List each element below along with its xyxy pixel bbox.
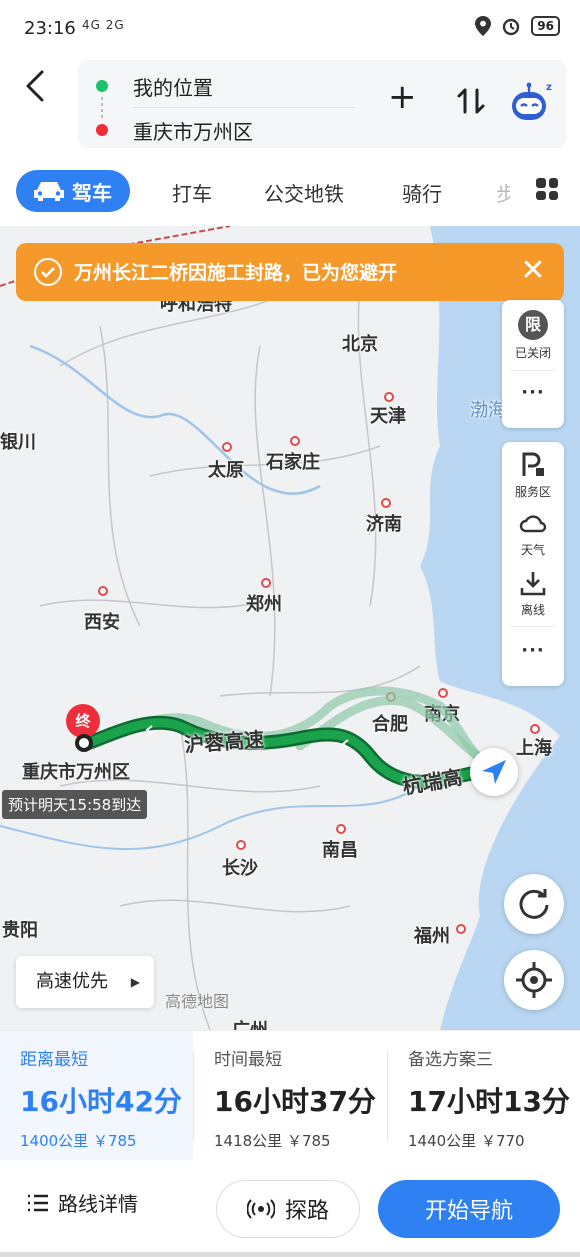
locate-me-button[interactable] <box>504 950 564 1010</box>
panel-divider <box>510 626 556 627</box>
notice-text: 万州长江二桥因施工封路，已为您避开 <box>74 262 398 284</box>
map-watermark: 高德地图 <box>165 992 230 1011</box>
status-time: 23:16 <box>24 18 76 39</box>
offline-button[interactable]: 离线 <box>502 568 564 618</box>
swap-route-icon[interactable] <box>456 86 486 116</box>
alarm-icon <box>503 18 520 36</box>
broadcast-icon <box>246 1199 275 1219</box>
download-icon <box>520 572 546 596</box>
destination-map-label: 重庆市万州区 <box>22 762 130 783</box>
crosshair-icon <box>516 962 552 998</box>
map-tools-panel: 服务区 天气 离线 ··· <box>502 442 564 686</box>
route-option-info: 1400公里 ￥785 <box>20 1132 137 1150</box>
battery-level: 96 <box>531 16 560 36</box>
status-right: 96 <box>475 16 560 36</box>
route-options: 距离最短 16小时42分 1400公里 ￥785 时间最短 16小时37分 14… <box>0 1030 580 1161</box>
start-dot-icon <box>96 80 108 92</box>
road-label-hurong: 沪蓉高速 <box>183 727 265 757</box>
traffic-restriction-toggle[interactable]: 限 已关闭 <box>502 310 564 361</box>
tab-bike[interactable]: 骑行 <box>402 174 442 214</box>
route-header: 我的位置 重庆市万州区 + z <box>0 56 580 164</box>
check-icon <box>34 258 62 286</box>
add-waypoint-icon[interactable]: + <box>388 80 417 114</box>
refresh-route-button[interactable] <box>504 874 564 934</box>
network-indicator: 4G 2G <box>82 18 125 32</box>
start-location-field[interactable]: 我的位置 <box>133 72 213 101</box>
weather-button[interactable]: 天气 <box>502 508 564 558</box>
route-option-info: 1418公里 ￥785 <box>214 1132 331 1150</box>
service-area-button[interactable]: 服务区 <box>502 450 564 500</box>
service-area-icon <box>522 452 544 476</box>
panel-divider <box>510 370 556 371</box>
route-details-label: 路线详情 <box>58 1192 138 1216</box>
home-indicator <box>0 1252 580 1257</box>
assistant-robot-icon[interactable]: z <box>506 78 554 126</box>
list-icon <box>28 1194 48 1211</box>
destination-badge: 终 <box>66 704 100 738</box>
field-divider <box>133 107 355 108</box>
tab-taxi[interactable]: 打车 <box>172 174 212 214</box>
destination-field[interactable]: 重庆市万州区 <box>133 116 253 145</box>
road-closure-notice: 万州长江二桥因施工封路，已为您避开 ✕ <box>16 243 564 301</box>
end-dot-icon <box>96 124 108 136</box>
destination-marker-icon[interactable] <box>75 734 93 752</box>
refresh-icon <box>519 889 549 919</box>
route-option-3[interactable]: 备选方案三 17小时13分 1440公里 ￥770 <box>388 1031 580 1161</box>
route-option-time: 16小时37分 <box>214 1085 376 1118</box>
start-navigation-button[interactable]: 开始导航 <box>378 1180 560 1238</box>
map-view[interactable]: 呼和浩特 北京 天津 渤海 银川 太原 石家庄 济南 郑州 西安 合肥 南京 上… <box>0 226 580 1030</box>
triangle-right-icon: ▶ <box>130 975 140 989</box>
bottom-action-bar: 路线详情 探路 开始导航 <box>0 1160 580 1257</box>
route-option-time: 16小时42分 <box>20 1085 182 1118</box>
highway-preference-button[interactable]: 高速优先 ▶ <box>16 956 154 1008</box>
more-options-2[interactable]: ··· <box>502 640 564 661</box>
tab-transit[interactable]: 公交地铁 <box>264 174 344 214</box>
close-notice-icon[interactable]: ✕ <box>518 252 548 290</box>
route-connector <box>101 97 103 119</box>
route-details-button[interactable]: 路线详情 <box>26 1188 138 1217</box>
restriction-label: 已关闭 <box>514 346 551 360</box>
route-option-time: 17小时13分 <box>408 1085 570 1118</box>
route-option-2[interactable]: 时间最短 16小时37分 1418公里 ￥785 <box>194 1031 387 1161</box>
highway-preference-label: 高速优先 <box>36 971 108 992</box>
tab-walk[interactable]: 步 <box>496 174 510 214</box>
weather-label: 天气 <box>520 543 545 557</box>
location-icon <box>475 16 492 36</box>
route-input-card: 我的位置 重庆市万州区 + z <box>78 60 566 148</box>
tab-drive[interactable]: 驾车 <box>16 170 130 212</box>
service-area-label: 服务区 <box>514 485 551 499</box>
route-overlay <box>79 686 497 789</box>
route-option-title: 距离最短 <box>20 1050 88 1070</box>
route-option-1[interactable]: 距离最短 16小时42分 1400公里 ￥785 <box>0 1031 193 1161</box>
eta-label: 预计明天15:58到达 <box>2 790 148 819</box>
my-location-marker <box>470 748 518 796</box>
route-option-info: 1440公里 ￥770 <box>408 1132 525 1150</box>
probe-label: 探路 <box>284 1199 329 1224</box>
tab-drive-label: 驾车 <box>72 180 112 205</box>
back-icon[interactable] <box>20 66 52 106</box>
route-option-title: 备选方案三 <box>408 1050 493 1070</box>
travel-mode-tabs: 驾车 打车 公交地铁 骑行 步 <box>0 164 580 224</box>
more-options-1[interactable]: ··· <box>502 382 564 403</box>
restriction-panel: 限 已关闭 ··· <box>502 300 564 428</box>
navigation-arrow-icon <box>482 760 506 784</box>
probe-route-button[interactable]: 探路 <box>216 1180 360 1238</box>
route-option-title: 时间最短 <box>214 1050 282 1070</box>
car-icon <box>34 182 64 201</box>
cloud-icon <box>519 515 547 533</box>
svg-text:z: z <box>546 82 552 93</box>
status-bar: 23:16 4G 2G 96 <box>0 0 580 56</box>
restriction-icon: 限 <box>518 310 548 340</box>
offline-label: 离线 <box>520 603 545 617</box>
more-modes-icon[interactable] <box>536 178 558 200</box>
